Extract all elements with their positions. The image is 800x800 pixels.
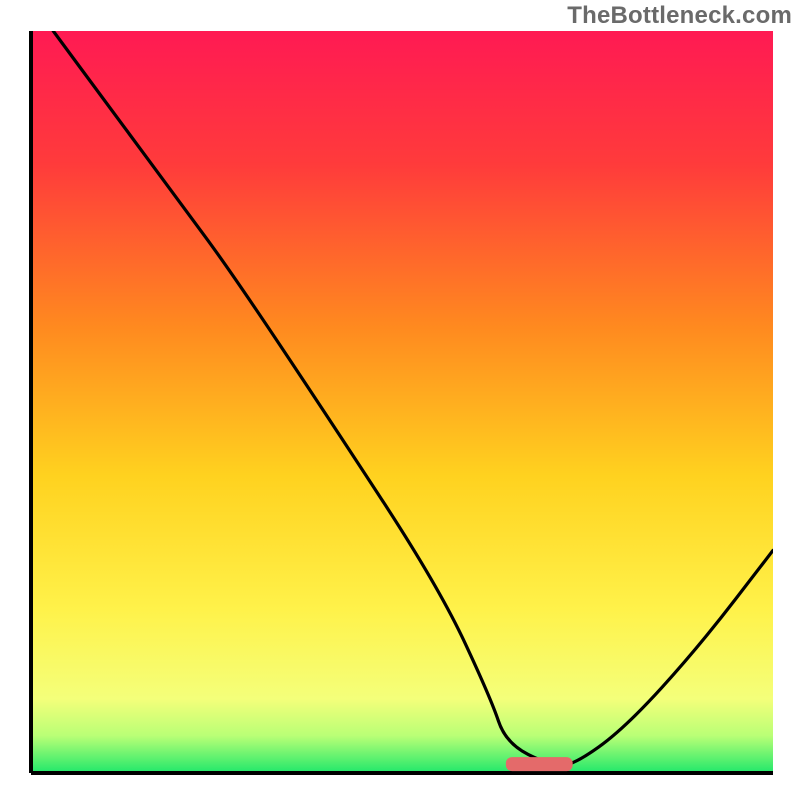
optimal-marker	[506, 757, 573, 771]
chart-svg	[0, 0, 800, 800]
bottleneck-chart: TheBottleneck.com	[0, 0, 800, 800]
watermark-text: TheBottleneck.com	[567, 2, 792, 30]
plot-background	[31, 31, 773, 773]
